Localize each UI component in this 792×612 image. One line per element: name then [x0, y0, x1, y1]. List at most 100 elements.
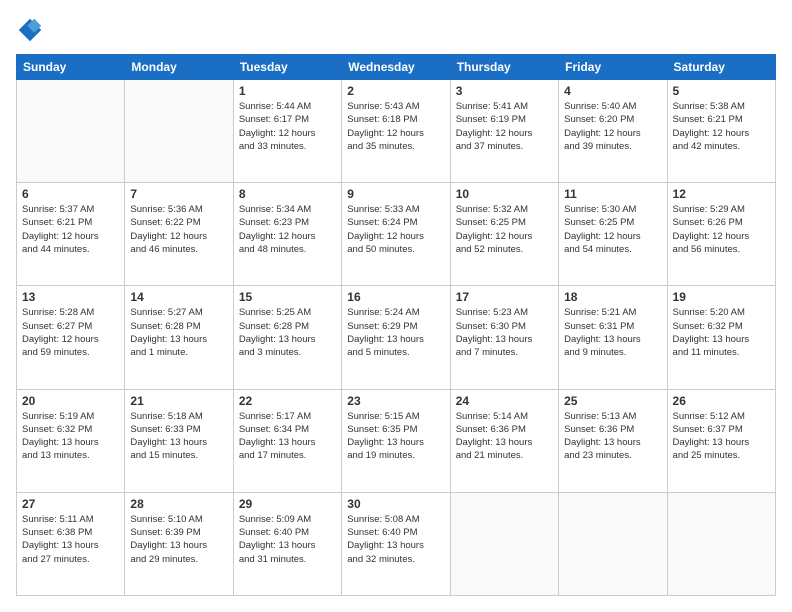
- calendar-cell: 25 Sunrise: 5:13 AM Sunset: 6:36 PM Dayli…: [559, 389, 667, 492]
- calendar-cell: [559, 492, 667, 595]
- day-info: Sunrise: 5:36 AM Sunset: 6:22 PM Dayligh…: [130, 203, 227, 256]
- calendar-table: SundayMondayTuesdayWednesdayThursdayFrid…: [16, 54, 776, 596]
- calendar-cell: 2 Sunrise: 5:43 AM Sunset: 6:18 PM Daylig…: [342, 80, 450, 183]
- calendar-cell: 17 Sunrise: 5:23 AM Sunset: 6:30 PM Dayli…: [450, 286, 558, 389]
- calendar-cell: 26 Sunrise: 5:12 AM Sunset: 6:37 PM Dayli…: [667, 389, 775, 492]
- calendar-cell: 10 Sunrise: 5:32 AM Sunset: 6:25 PM Dayli…: [450, 183, 558, 286]
- day-info: Sunrise: 5:25 AM Sunset: 6:28 PM Dayligh…: [239, 306, 336, 359]
- calendar-cell: [450, 492, 558, 595]
- day-number: 4: [564, 84, 661, 98]
- calendar-cell: 1 Sunrise: 5:44 AM Sunset: 6:17 PM Daylig…: [233, 80, 341, 183]
- calendar-cell: 16 Sunrise: 5:24 AM Sunset: 6:29 PM Dayli…: [342, 286, 450, 389]
- calendar-header-sunday: Sunday: [17, 55, 125, 80]
- calendar-week-1: 1 Sunrise: 5:44 AM Sunset: 6:17 PM Daylig…: [17, 80, 776, 183]
- day-number: 24: [456, 394, 553, 408]
- day-info: Sunrise: 5:24 AM Sunset: 6:29 PM Dayligh…: [347, 306, 444, 359]
- calendar-header-monday: Monday: [125, 55, 233, 80]
- calendar-cell: 7 Sunrise: 5:36 AM Sunset: 6:22 PM Daylig…: [125, 183, 233, 286]
- calendar-cell: 13Sunrise: 5:28 AM Sunset: 6:27 PM Dayli…: [17, 286, 125, 389]
- day-number: 6: [22, 187, 119, 201]
- calendar-cell: 19 Sunrise: 5:20 AM Sunset: 6:32 PM Dayli…: [667, 286, 775, 389]
- calendar-cell: 28Sunrise: 5:10 AM Sunset: 6:39 PM Dayli…: [125, 492, 233, 595]
- calendar-cell: 27Sunrise: 5:11 AM Sunset: 6:38 PM Dayli…: [17, 492, 125, 595]
- day-info: Sunrise: 5:27 AM Sunset: 6:28 PM Dayligh…: [130, 306, 227, 359]
- calendar-cell: 6 Sunrise: 5:37 AM Sunset: 6:21 PM Daylig…: [17, 183, 125, 286]
- day-number: 3: [456, 84, 553, 98]
- day-info: Sunrise: 5:43 AM Sunset: 6:18 PM Dayligh…: [347, 100, 444, 153]
- day-info: Sunrise: 5:38 AM Sunset: 6:21 PM Dayligh…: [673, 100, 770, 153]
- calendar-header-saturday: Saturday: [667, 55, 775, 80]
- day-info: Sunrise: 5:13 AM Sunset: 6:36 PM Dayligh…: [564, 410, 661, 463]
- day-info: Sunrise: 5:34 AM Sunset: 6:23 PM Dayligh…: [239, 203, 336, 256]
- day-info: Sunrise: 5:41 AM Sunset: 6:19 PM Dayligh…: [456, 100, 553, 153]
- day-info: Sunrise: 5:37 AM Sunset: 6:21 PM Dayligh…: [22, 203, 119, 256]
- calendar-cell: 4Sunrise: 5:40 AM Sunset: 6:20 PM Daylig…: [559, 80, 667, 183]
- day-info: Sunrise: 5:08 AM Sunset: 6:40 PM Dayligh…: [347, 513, 444, 566]
- day-number: 23: [347, 394, 444, 408]
- day-info: Sunrise: 5:44 AM Sunset: 6:17 PM Dayligh…: [239, 100, 336, 153]
- day-info: Sunrise: 5:33 AM Sunset: 6:24 PM Dayligh…: [347, 203, 444, 256]
- day-number: 26: [673, 394, 770, 408]
- day-number: 11: [564, 187, 661, 201]
- logo-icon: [16, 16, 44, 44]
- day-info: Sunrise: 5:15 AM Sunset: 6:35 PM Dayligh…: [347, 410, 444, 463]
- day-info: Sunrise: 5:23 AM Sunset: 6:30 PM Dayligh…: [456, 306, 553, 359]
- day-info: Sunrise: 5:29 AM Sunset: 6:26 PM Dayligh…: [673, 203, 770, 256]
- day-number: 14: [130, 290, 227, 304]
- calendar-cell: 8 Sunrise: 5:34 AM Sunset: 6:23 PM Daylig…: [233, 183, 341, 286]
- day-number: 30: [347, 497, 444, 511]
- day-number: 9: [347, 187, 444, 201]
- day-number: 21: [130, 394, 227, 408]
- day-number: 15: [239, 290, 336, 304]
- calendar-cell: 29Sunrise: 5:09 AM Sunset: 6:40 PM Dayli…: [233, 492, 341, 595]
- page: SundayMondayTuesdayWednesdayThursdayFrid…: [0, 0, 792, 612]
- day-info: Sunrise: 5:17 AM Sunset: 6:34 PM Dayligh…: [239, 410, 336, 463]
- day-number: 25: [564, 394, 661, 408]
- calendar-week-5: 27Sunrise: 5:11 AM Sunset: 6:38 PM Dayli…: [17, 492, 776, 595]
- calendar-cell: [17, 80, 125, 183]
- calendar-header-row: SundayMondayTuesdayWednesdayThursdayFrid…: [17, 55, 776, 80]
- day-number: 5: [673, 84, 770, 98]
- day-info: Sunrise: 5:30 AM Sunset: 6:25 PM Dayligh…: [564, 203, 661, 256]
- calendar-header-thursday: Thursday: [450, 55, 558, 80]
- calendar-cell: 14 Sunrise: 5:27 AM Sunset: 6:28 PM Dayli…: [125, 286, 233, 389]
- day-info: Sunrise: 5:19 AM Sunset: 6:32 PM Dayligh…: [22, 410, 119, 463]
- day-number: 8: [239, 187, 336, 201]
- day-info: Sunrise: 5:12 AM Sunset: 6:37 PM Dayligh…: [673, 410, 770, 463]
- day-info: Sunrise: 5:20 AM Sunset: 6:32 PM Dayligh…: [673, 306, 770, 359]
- calendar-cell: 21 Sunrise: 5:18 AM Sunset: 6:33 PM Dayli…: [125, 389, 233, 492]
- day-number: 13: [22, 290, 119, 304]
- calendar-cell: 24Sunrise: 5:14 AM Sunset: 6:36 PM Dayli…: [450, 389, 558, 492]
- calendar-week-3: 13Sunrise: 5:28 AM Sunset: 6:27 PM Dayli…: [17, 286, 776, 389]
- day-number: 16: [347, 290, 444, 304]
- day-info: Sunrise: 5:09 AM Sunset: 6:40 PM Dayligh…: [239, 513, 336, 566]
- day-number: 17: [456, 290, 553, 304]
- day-number: 19: [673, 290, 770, 304]
- calendar-cell: 9 Sunrise: 5:33 AM Sunset: 6:24 PM Daylig…: [342, 183, 450, 286]
- calendar-cell: [667, 492, 775, 595]
- calendar-cell: 20 Sunrise: 5:19 AM Sunset: 6:32 PM Dayli…: [17, 389, 125, 492]
- day-info: Sunrise: 5:11 AM Sunset: 6:38 PM Dayligh…: [22, 513, 119, 566]
- calendar-cell: 18Sunrise: 5:21 AM Sunset: 6:31 PM Dayli…: [559, 286, 667, 389]
- day-info: Sunrise: 5:32 AM Sunset: 6:25 PM Dayligh…: [456, 203, 553, 256]
- calendar-cell: 15 Sunrise: 5:25 AM Sunset: 6:28 PM Dayli…: [233, 286, 341, 389]
- calendar-week-2: 6 Sunrise: 5:37 AM Sunset: 6:21 PM Daylig…: [17, 183, 776, 286]
- day-number: 10: [456, 187, 553, 201]
- calendar-cell: [125, 80, 233, 183]
- day-info: Sunrise: 5:21 AM Sunset: 6:31 PM Dayligh…: [564, 306, 661, 359]
- day-number: 7: [130, 187, 227, 201]
- day-number: 20: [22, 394, 119, 408]
- calendar-cell: 11 Sunrise: 5:30 AM Sunset: 6:25 PM Dayli…: [559, 183, 667, 286]
- day-number: 22: [239, 394, 336, 408]
- day-number: 1: [239, 84, 336, 98]
- calendar-header-friday: Friday: [559, 55, 667, 80]
- calendar-cell: 23 Sunrise: 5:15 AM Sunset: 6:35 PM Dayli…: [342, 389, 450, 492]
- day-info: Sunrise: 5:10 AM Sunset: 6:39 PM Dayligh…: [130, 513, 227, 566]
- day-number: 2: [347, 84, 444, 98]
- header: [16, 16, 776, 44]
- calendar-header-wednesday: Wednesday: [342, 55, 450, 80]
- calendar-cell: 3 Sunrise: 5:41 AM Sunset: 6:19 PM Daylig…: [450, 80, 558, 183]
- day-info: Sunrise: 5:18 AM Sunset: 6:33 PM Dayligh…: [130, 410, 227, 463]
- calendar-cell: 5 Sunrise: 5:38 AM Sunset: 6:21 PM Daylig…: [667, 80, 775, 183]
- calendar-cell: 12Sunrise: 5:29 AM Sunset: 6:26 PM Dayli…: [667, 183, 775, 286]
